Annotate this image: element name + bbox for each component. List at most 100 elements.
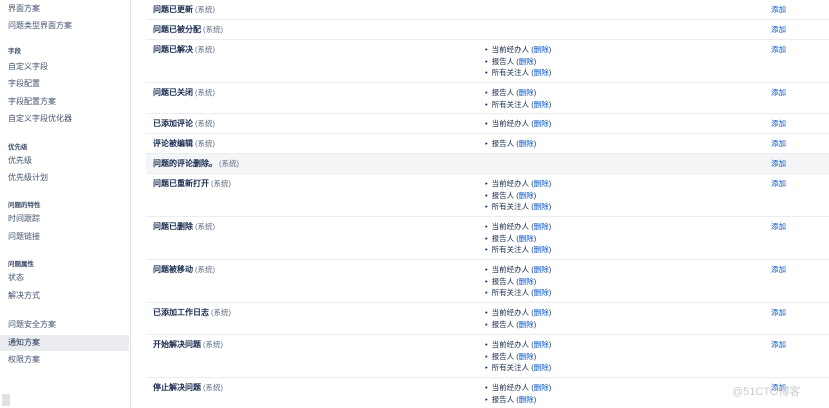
event-row: 问题的评论删除。 (系统) 添加 [146,154,829,174]
recipient-name: 当前经办人 [491,340,530,349]
add-notification-link[interactable]: 添加 [771,264,786,275]
event-cell: 停止解决问题 (系统) [153,382,223,393]
event-name: 开始解决问题 [153,340,201,349]
recipient-list: 当前经办人 (删除)报告人 (删除)所有关注人 (删除) [485,178,552,213]
sidebar-item[interactable]: 字段配置 [0,76,129,92]
add-notification-link[interactable]: 添加 [771,4,786,15]
event-cell: 已添加工作日志 (系统) [153,307,231,318]
recipient-item: 报告人 (删除) [485,190,551,202]
event-cell: 评论被编辑 (系统) [153,138,215,149]
recipient-item: 当前经办人 (删除) [485,307,552,319]
sidebar-item[interactable]: 界面方案 [0,1,129,17]
add-notification-link[interactable]: 添加 [771,158,786,169]
delete-recipient-link[interactable]: 删除 [534,119,549,128]
recipient-list: 当前经办人 (删除)报告人 (删除)所有关注人 (删除) [485,264,552,299]
add-notification-link[interactable]: 添加 [771,339,786,350]
delete-recipient-link[interactable]: 删除 [519,320,534,329]
delete-recipient-link[interactable]: 删除 [519,191,534,200]
sidebar-item[interactable]: 自定义字段 [0,59,129,75]
recipient-name: 报告人 [491,351,515,361]
delete-recipient-link[interactable]: 删除 [534,308,549,317]
add-notification-link[interactable]: 添加 [771,118,786,129]
recipient-name: 所有关注人 [491,245,530,254]
recipient-name: 所有关注人 [491,363,530,372]
add-notification-link[interactable]: 添加 [771,221,786,232]
delete-recipient-link[interactable]: 删除 [534,288,549,297]
delete-recipient-link[interactable]: 删除 [519,88,534,97]
event-cell: 开始解决问题 (系统) [153,339,223,350]
sidebar-scrollbar[interactable] [2,394,10,406]
delete-recipient-link[interactable]: 删除 [519,352,534,361]
paren: ) [533,351,537,361]
event-cell: 问题已更新 (系统) [153,4,215,15]
delete-recipient-link[interactable]: 删除 [534,383,549,392]
event-name: 问题已解决 [153,45,193,54]
event-row: 问题已被分配 (系统) 添加 [146,20,829,40]
event-cell: 问题已解决 (系统) [153,44,215,55]
recipient-name: 当前经办人 [491,222,530,231]
delete-recipient-link[interactable]: 删除 [534,340,549,349]
recipient-list: 报告人 (删除) [485,138,537,150]
event-system-tag: (系统) [195,45,215,54]
delete-recipient-link[interactable]: 删除 [534,45,549,54]
add-notification-link[interactable]: 添加 [771,44,786,55]
add-notification-link[interactable]: 添加 [771,87,786,98]
event-name: 问题已被分配 [153,25,201,34]
recipient-item: 报告人 (删除) [485,394,551,406]
recipient-name: 当前经办人 [491,308,530,317]
delete-recipient-link[interactable]: 删除 [534,265,549,274]
sidebar-item[interactable]: 优先级 [0,153,129,169]
add-notification-link[interactable]: 添加 [771,138,786,149]
sidebar-item[interactable]: 通知方案 [0,335,129,351]
event-row: 问题已更新 (系统) 添加 [146,0,829,20]
delete-recipient-link[interactable]: 删除 [534,202,549,211]
recipient-name: 报告人 [491,190,515,200]
delete-recipient-link[interactable]: 删除 [519,139,534,148]
sidebar-item[interactable]: 自定义字段优化器 [0,111,129,127]
event-system-tag: (系统) [219,159,239,168]
sidebar-item[interactable]: 解决方式 [0,288,129,304]
delete-recipient-link[interactable]: 删除 [534,222,549,231]
delete-recipient-link[interactable]: 删除 [519,57,534,66]
recipient-item: 报告人 (删除) [485,351,551,363]
recipient-name: 当前经办人 [491,119,530,128]
recipient-item: 所有关注人 (删除) [485,244,552,256]
recipient-item: 报告人 (删除) [485,233,551,245]
paren: ) [533,276,537,286]
delete-recipient-link[interactable]: 删除 [519,395,534,404]
sidebar-item[interactable]: 时间跟踪 [0,211,129,227]
delete-recipient-link[interactable]: 删除 [534,68,549,77]
delete-recipient-link[interactable]: 删除 [534,363,549,372]
paren: ) [548,45,552,54]
sidebar-item[interactable]: 字段配置方案 [0,94,129,110]
sidebar-item[interactable]: 优先级计划 [0,170,129,186]
add-notification-link[interactable]: 添加 [771,178,786,189]
delete-recipient-link[interactable]: 删除 [534,100,549,109]
sidebar-item[interactable]: 权限方案 [0,352,129,368]
event-cell: 问题的评论删除。 (系统) [153,158,239,169]
sidebar-item[interactable]: 问题类型界面方案 [0,18,129,34]
sidebar-item[interactable]: 状态 [0,270,129,286]
event-system-tag: (系统) [195,88,215,97]
recipient-list: 当前经办人 (删除)报告人 (删除)所有关注人 (删除) [485,339,552,374]
recipient-name: 报告人 [491,88,515,97]
recipient-item: 当前经办人 (删除) [485,178,552,190]
event-cell: 问题已被分配 (系统) [153,24,223,35]
paren: ) [533,56,537,66]
event-row: 已添加工作日志(系统) 当前经办人 (删除)报告人 (删除) 添加 [146,303,829,335]
add-notification-link[interactable]: 添加 [771,24,786,35]
paren: ) [548,383,552,392]
recipient-item: 当前经办人 (删除) [485,118,552,130]
delete-recipient-link[interactable]: 删除 [519,277,534,286]
delete-recipient-link[interactable]: 删除 [519,234,534,243]
delete-recipient-link[interactable]: 删除 [534,245,549,254]
sidebar-item[interactable]: 问题链接 [0,229,129,245]
sidebar-item[interactable]: 问题安全方案 [0,317,129,333]
admin-sidebar: 界面方案 问题类型界面方案 字段 自定义字段 字段配置 字段配置方案 自定义字段优化器 优先级… [0,0,131,408]
add-notification-link[interactable]: 添加 [771,307,786,318]
event-cell: 已添加评论 (系统) [153,118,215,129]
event-row: 问题被移动(系统) 当前经办人 (删除)报告人 (删除)所有关注人 (删除) 添加 [146,260,829,303]
delete-recipient-link[interactable]: 删除 [534,179,549,188]
recipient-name: 所有关注人 [491,68,530,77]
recipient-item: 报告人 (删除) [485,319,551,331]
